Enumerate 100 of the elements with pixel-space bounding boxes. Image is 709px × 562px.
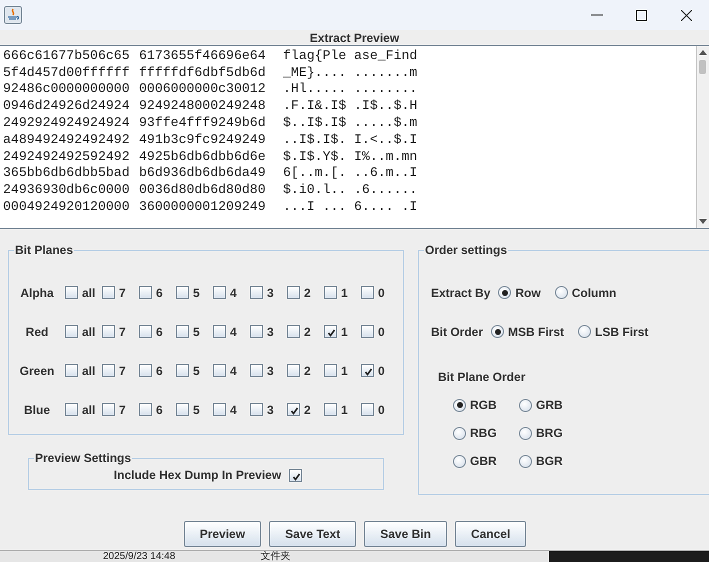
checkbox[interactable] bbox=[289, 468, 302, 482]
checkbox-label: 1 bbox=[341, 402, 348, 416]
radio-button[interactable] bbox=[491, 325, 504, 338]
app-icon bbox=[4, 6, 22, 24]
checkbox-label: 7 bbox=[119, 364, 126, 378]
checkbox[interactable] bbox=[176, 403, 189, 416]
ascii-value: _ME}.... bbox=[283, 64, 346, 80]
checkbox[interactable] bbox=[176, 364, 189, 377]
checkbox[interactable] bbox=[102, 325, 115, 338]
ascii-value: .Hl..... bbox=[283, 81, 346, 96]
checkbox[interactable] bbox=[324, 286, 337, 299]
channel-label: Alpha bbox=[19, 286, 55, 300]
radio-button[interactable] bbox=[453, 398, 466, 412]
checkbox[interactable] bbox=[139, 286, 152, 299]
checkbox[interactable] bbox=[324, 325, 337, 338]
dialog-button[interactable]: Preview bbox=[184, 521, 262, 547]
checkbox[interactable] bbox=[324, 364, 337, 377]
dialog-button[interactable]: Save Bin bbox=[364, 521, 447, 547]
checkbox[interactable] bbox=[65, 403, 78, 416]
minimize-icon[interactable] bbox=[590, 14, 602, 16]
radio-button[interactable] bbox=[498, 286, 512, 299]
checkbox[interactable] bbox=[213, 403, 226, 416]
checkbox[interactable] bbox=[287, 325, 300, 338]
checkbox-label: all bbox=[82, 402, 96, 416]
checkbox-label: 3 bbox=[267, 402, 274, 416]
radio-button[interactable] bbox=[453, 454, 466, 468]
ascii-value: ........ bbox=[354, 81, 418, 96]
scroll-down-icon[interactable] bbox=[699, 219, 707, 224]
hex-value: 92486c0000000000 bbox=[3, 81, 130, 96]
checkbox[interactable] bbox=[250, 325, 263, 338]
checkbox[interactable] bbox=[213, 286, 226, 299]
checkbox-label: 5 bbox=[193, 364, 200, 378]
ascii-value: 6.... .I bbox=[354, 199, 418, 214]
radio-label: Row bbox=[515, 286, 541, 300]
ascii-value: .....$.m bbox=[354, 115, 418, 130]
checkbox[interactable] bbox=[176, 286, 189, 299]
scrollbar[interactable] bbox=[696, 46, 709, 228]
checkbox[interactable] bbox=[361, 325, 374, 338]
checkbox-label: 1 bbox=[341, 364, 348, 378]
hex-value: 2492492492592492 bbox=[3, 148, 130, 164]
hex-value: 24936930db6c0000 bbox=[3, 182, 130, 198]
checkbox-label: 1 bbox=[341, 324, 348, 338]
checkbox[interactable] bbox=[102, 364, 115, 377]
dialog-button[interactable]: Cancel bbox=[454, 521, 526, 547]
checkbox[interactable] bbox=[213, 325, 226, 338]
checkbox[interactable] bbox=[287, 364, 300, 377]
channel-label: Red bbox=[24, 324, 50, 338]
dialog-heading: Extract Preview bbox=[310, 30, 400, 44]
field-label: Bit Order bbox=[431, 324, 484, 338]
checkbox[interactable] bbox=[287, 403, 300, 416]
checkbox[interactable] bbox=[287, 286, 300, 299]
radio-button[interactable] bbox=[554, 286, 568, 299]
checkbox-label: 6 bbox=[156, 286, 163, 300]
checkbox[interactable] bbox=[361, 403, 374, 416]
checkbox[interactable] bbox=[65, 325, 78, 338]
radio-label: BRG bbox=[536, 426, 563, 440]
radio-button[interactable] bbox=[519, 398, 532, 412]
scroll-up-icon[interactable] bbox=[699, 50, 707, 55]
close-icon[interactable] bbox=[681, 10, 692, 20]
checkbox-label: 6 bbox=[156, 402, 163, 416]
hex-value: 0006000000c30012 bbox=[139, 81, 266, 96]
checkbox[interactable] bbox=[139, 364, 152, 377]
radio-button[interactable] bbox=[453, 426, 466, 440]
group-label: Bit Plane Order bbox=[438, 370, 526, 384]
scrollbar-thumb[interactable] bbox=[699, 60, 706, 74]
checkbox[interactable] bbox=[102, 286, 115, 299]
hex-value: 365bb6db6dbb5bad bbox=[3, 165, 130, 180]
maximize-icon[interactable] bbox=[636, 10, 647, 20]
ascii-value: .......m bbox=[354, 64, 418, 80]
checkbox-label: 4 bbox=[230, 364, 237, 378]
date-text: 2025/9/23 14:48 bbox=[103, 551, 176, 562]
checkbox-label: 1 bbox=[341, 286, 348, 300]
checkbox[interactable] bbox=[139, 403, 152, 416]
hex-value: 93ffe4fff9249b6d bbox=[139, 115, 266, 130]
radio-label: GRB bbox=[536, 398, 563, 412]
hex-value: 9249248000249248 bbox=[139, 98, 266, 114]
checkbox[interactable] bbox=[250, 286, 263, 299]
checkbox[interactable] bbox=[324, 403, 337, 416]
dialog-button[interactable]: Save Text bbox=[269, 521, 356, 547]
checkbox-label: all bbox=[82, 286, 96, 300]
checkbox[interactable] bbox=[176, 325, 189, 338]
radio-button[interactable] bbox=[519, 426, 532, 440]
checkbox[interactable] bbox=[65, 286, 78, 299]
checkbox-label: all bbox=[82, 324, 96, 338]
radio-button[interactable] bbox=[578, 325, 592, 338]
checkbox-label: Include Hex Dump In Preview bbox=[114, 468, 282, 482]
radio-label: Column bbox=[572, 286, 616, 300]
checkbox[interactable] bbox=[250, 364, 263, 377]
checkbox[interactable] bbox=[139, 325, 152, 338]
checkbox[interactable] bbox=[102, 403, 115, 416]
panel-title: Preview Settings bbox=[34, 451, 132, 465]
ascii-value: .6...... bbox=[354, 182, 418, 198]
checkbox[interactable] bbox=[361, 286, 374, 299]
checkbox[interactable] bbox=[361, 364, 374, 377]
ascii-value: $.I$.Y$. bbox=[283, 148, 346, 164]
radio-button[interactable] bbox=[519, 454, 532, 468]
hex-value: fffffdf6dbf5db6d bbox=[139, 64, 266, 80]
checkbox[interactable] bbox=[213, 364, 226, 377]
checkbox[interactable] bbox=[250, 403, 263, 416]
checkbox[interactable] bbox=[65, 364, 78, 377]
